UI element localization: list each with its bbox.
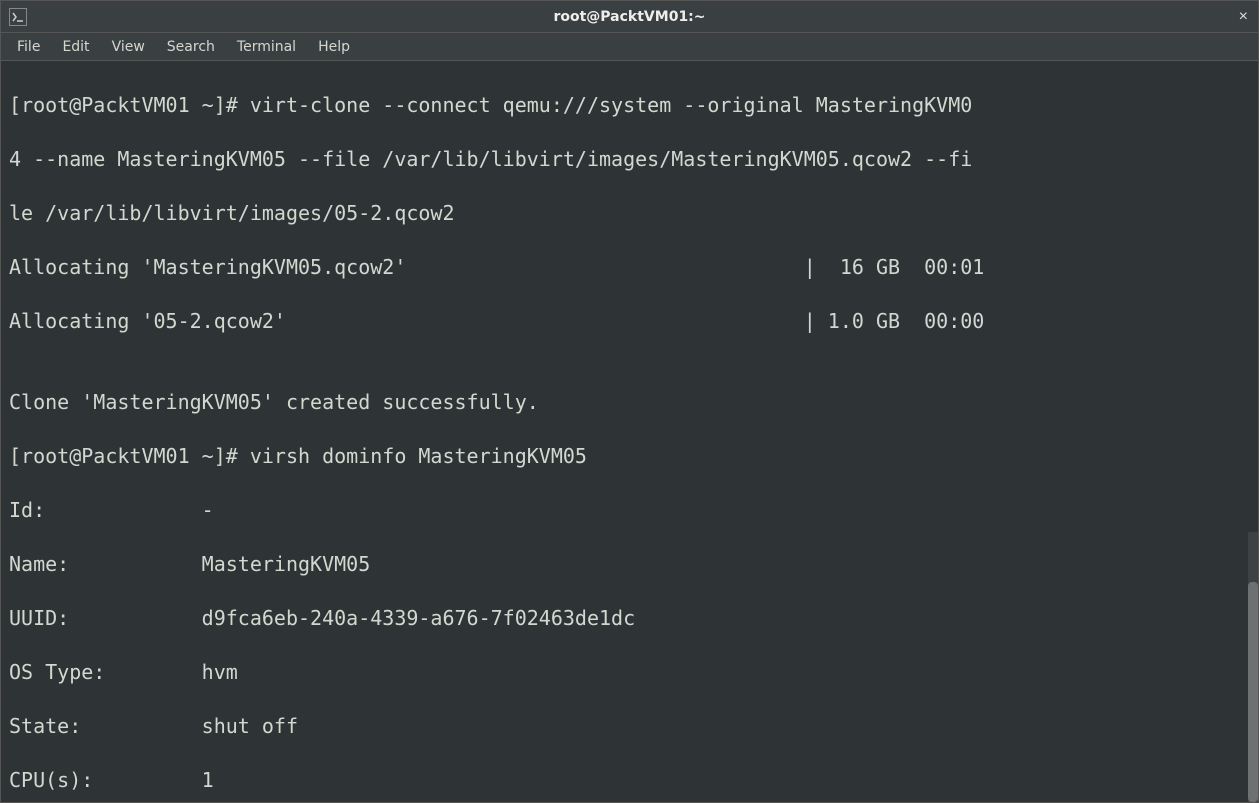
menu-terminal[interactable]: Terminal xyxy=(227,35,306,59)
terminal-icon xyxy=(9,8,27,26)
terminal-line: Id: - xyxy=(9,497,1250,524)
terminal-window: root@PacktVM01:~ × File Edit View Search… xyxy=(0,0,1259,803)
menu-file[interactable]: File xyxy=(7,35,50,59)
scrollbar-thumb[interactable] xyxy=(1248,582,1258,802)
terminal-line: Allocating '05-2.qcow2' | 1.0 GB 00:00 xyxy=(9,308,1250,335)
terminal-line: [root@PacktVM01 ~]# virt-clone --connect… xyxy=(9,92,1250,119)
menu-edit[interactable]: Edit xyxy=(52,35,99,59)
terminal-line: Allocating 'MasteringKVM05.qcow2' | 16 G… xyxy=(9,254,1250,281)
terminal-line: CPU(s): 1 xyxy=(9,767,1250,794)
terminal-line: State: shut off xyxy=(9,713,1250,740)
terminal-line: Clone 'MasteringKVM05' created successfu… xyxy=(9,389,1250,416)
menubar: File Edit View Search Terminal Help xyxy=(1,33,1258,61)
close-icon[interactable]: × xyxy=(1239,8,1248,26)
menu-help[interactable]: Help xyxy=(308,35,360,59)
terminal-line: Name: MasteringKVM05 xyxy=(9,551,1250,578)
terminal-line: 4 --name MasteringKVM05 --file /var/lib/… xyxy=(9,146,1250,173)
titlebar: root@PacktVM01:~ × xyxy=(1,1,1258,33)
window-title: root@PacktVM01:~ xyxy=(553,9,705,25)
terminal-output[interactable]: [root@PacktVM01 ~]# virt-clone --connect… xyxy=(1,61,1258,802)
terminal-line: UUID: d9fca6eb-240a-4339-a676-7f02463de1… xyxy=(9,605,1250,632)
terminal-line: OS Type: hvm xyxy=(9,659,1250,686)
menu-view[interactable]: View xyxy=(102,35,155,59)
terminal-line: le /var/lib/libvirt/images/05-2.qcow2 xyxy=(9,200,1250,227)
menu-search[interactable]: Search xyxy=(157,35,225,59)
terminal-line: [root@PacktVM01 ~]# virsh dominfo Master… xyxy=(9,443,1250,470)
